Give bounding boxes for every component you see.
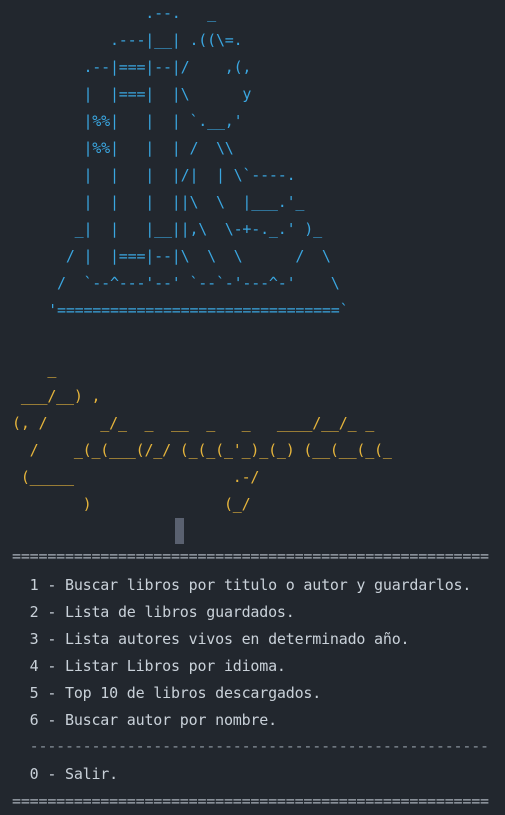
menu-option-5: 5 - Top 10 de libros descargados. [12,684,322,702]
menu-option-3: 3 - Lista autores vivos en determinado a… [12,630,410,648]
menu-option-exit: 0 - Salir. [12,765,119,783]
menu-option-6: 6 - Buscar autor por nombre. [12,711,277,729]
terminal-window: .--. _ .---|__| .((\=. .--|===|--|/ ,(, … [0,0,505,815]
menu-separator-top: ========================================… [12,547,489,565]
menu-option-1: 1 - Buscar libros por titulo o autor y g… [12,576,472,594]
menu-option-2: 2 - Lista de libros guardados. [12,603,295,621]
menu-separator-bottom: ========================================… [12,792,489,810]
books-ascii-art: .--. _ .---|__| .((\=. .--|===|--|/ ,(, … [48,4,349,319]
menu-divider: ----------------------------------------… [12,737,489,755]
menu-option-4: 4 - Listar Libros por idioma. [12,657,286,675]
text-cursor [175,518,184,544]
title-ascii-art: _ ___/__) , (, / _/_ _ __ _ _ ____/__/_ … [12,360,392,513]
